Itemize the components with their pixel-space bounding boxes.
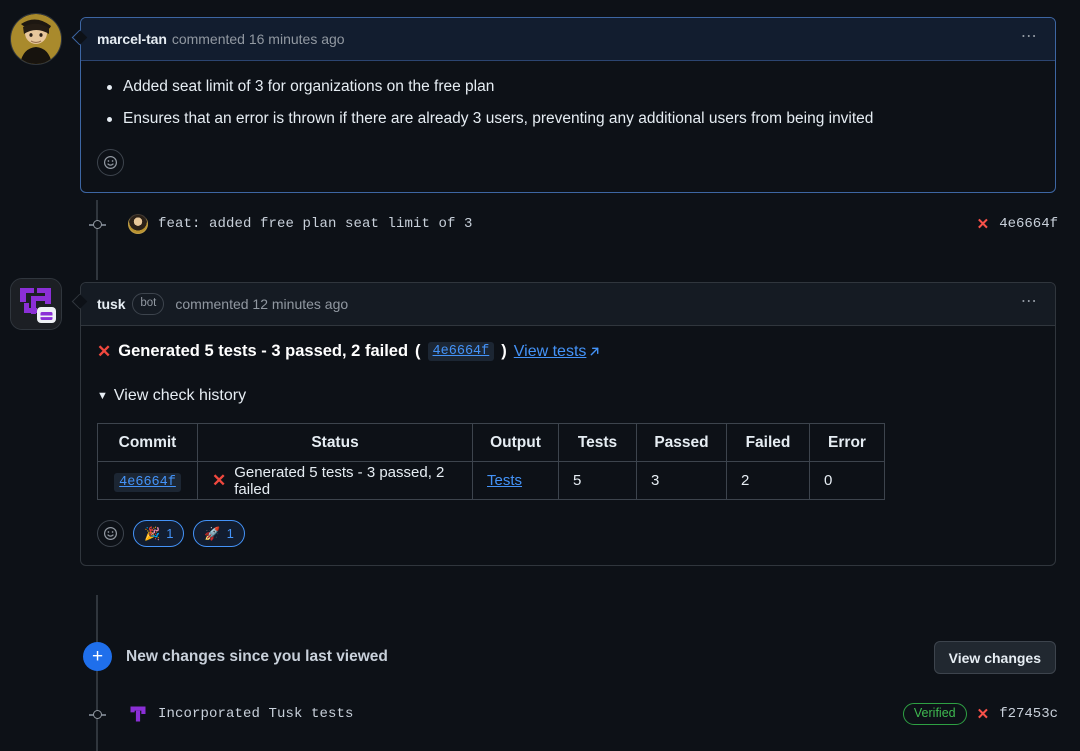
external-link-icon (590, 347, 599, 356)
col-header-error: Error (809, 423, 885, 462)
col-header-failed: Failed (726, 423, 810, 462)
tests-output-link[interactable]: Tests (487, 472, 522, 489)
view-changes-label: View changes (948, 649, 1041, 666)
comment-author-name[interactable]: tusk (97, 296, 125, 312)
cell-commit: 4e6664f (97, 461, 198, 500)
avatar-tusk-bot[interactable] (10, 278, 62, 330)
timeline-rail-top (96, 200, 98, 280)
commit-sha[interactable]: 4e6664f (999, 216, 1058, 232)
commit-row: Incorporated Tusk tests Verified ✕ f2745… (128, 699, 1080, 729)
kebab-menu-icon[interactable]: ⋯ (1015, 290, 1041, 318)
comment-card-tusk-bot: tusk bot commented 12 minutes ago ⋯ ✕ Ge… (80, 282, 1056, 566)
reaction-bar: 🎉 1 🚀 1 (97, 500, 1039, 565)
tada-reaction[interactable]: 🎉 1 (133, 520, 185, 547)
smiley-plus-icon[interactable] (97, 149, 124, 177)
verified-badge[interactable]: Verified (902, 703, 967, 725)
row-commit-sha[interactable]: 4e6664f (114, 472, 181, 492)
bot-label-badge: bot (132, 292, 165, 316)
col-header-output: Output (472, 423, 559, 462)
commit-row: feat: added free plan seat limit of 3 ✕ … (128, 209, 1080, 239)
timeline-node-icon (89, 216, 106, 233)
cell-status: ✕ Generated 5 tests - 3 passed, 2 failed (197, 461, 473, 500)
kebab-menu-icon[interactable]: ⋯ (1015, 25, 1041, 53)
new-changes-banner: New changes since you last viewed (126, 648, 388, 666)
commit-message[interactable]: feat: added free plan seat limit of 3 (158, 216, 473, 232)
table-row: 4e6664f ✕ Generated 5 tests - 3 passed, … (97, 461, 885, 500)
view-check-history-toggle[interactable]: ▼ View check history (97, 387, 1039, 405)
tusk-logo-icon (130, 706, 146, 722)
list-item: Ensures that an error is thrown if there… (107, 107, 1039, 131)
table-header-row: Commit Status Output Tests Passed Failed… (97, 423, 885, 462)
comment-card-marcel-tan: marcel-tan commented 16 minutes ago ⋯ Ad… (80, 17, 1056, 194)
commit-status-group: Verified ✕ f27453c (902, 699, 1058, 729)
view-check-history-label: View check history (113, 387, 247, 404)
comment-timestamp: commented 12 minutes ago (175, 296, 349, 312)
comment-timestamp: commented 16 minutes ago (171, 31, 345, 47)
cell-passed: 3 (636, 461, 727, 500)
col-header-tests: Tests (558, 423, 637, 462)
cell-error: 0 (809, 461, 885, 500)
row-status-text: Generated 5 tests - 3 passed, 2 failed (234, 463, 445, 498)
new-changes-label: New changes since you last viewed (126, 648, 388, 665)
x-failure-icon: ✕ (212, 471, 227, 490)
x-failure-icon[interactable]: ✕ (977, 217, 990, 232)
col-header-commit: Commit (97, 423, 198, 462)
plus-badge-icon: + (83, 642, 112, 671)
cell-output: Tests (472, 461, 559, 500)
cell-tests: 5 (558, 461, 637, 500)
commit-status-group: ✕ 4e6664f (977, 209, 1058, 239)
x-failure-icon: ✕ (97, 342, 112, 361)
tusk-bot-avatar (11, 279, 61, 329)
commit-message[interactable]: Incorporated Tusk tests (158, 706, 354, 722)
comment-author-name[interactable]: marcel-tan (97, 31, 167, 47)
close-paren: ) (501, 342, 507, 360)
tada-reaction-count: 1 (166, 526, 174, 541)
avatar-marcel-tan[interactable] (10, 13, 62, 65)
view-changes-button[interactable]: View changes (933, 641, 1056, 674)
comment-body: ✕ Generated 5 tests - 3 passed, 2 failed… (81, 326, 1055, 565)
smiley-plus-icon[interactable] (97, 520, 124, 547)
reaction-bar (97, 139, 1039, 192)
comment-bullet-list: Added seat limit of 3 for organizations … (97, 75, 1039, 131)
user-avatar (11, 14, 61, 64)
check-history-table: Commit Status Output Tests Passed Failed… (97, 423, 885, 500)
commit-sha[interactable]: f27453c (999, 706, 1058, 722)
col-header-status: Status (197, 423, 473, 462)
test-result-text: Generated 5 tests - 3 passed, 2 failed (118, 342, 409, 360)
test-result-headline: ✕ Generated 5 tests - 3 passed, 2 failed… (97, 340, 1039, 361)
x-failure-icon[interactable]: ✕ (977, 707, 990, 722)
col-header-passed: Passed (636, 423, 727, 462)
rocket-reaction-count: 1 (226, 526, 234, 541)
comment-body: Added seat limit of 3 for organizations … (81, 61, 1055, 192)
cell-failed: 2 (726, 461, 810, 500)
view-tests-label: View tests (513, 342, 587, 360)
user-avatar[interactable] (128, 214, 148, 234)
pr-conversation-page: marcel-tan commented 16 minutes ago ⋯ Ad… (0, 0, 1080, 751)
tada-emoji-icon: 🎉 (144, 525, 161, 541)
rocket-emoji-icon: 🚀 (204, 525, 221, 541)
headline-commit-sha[interactable]: 4e6664f (427, 342, 495, 361)
rocket-reaction[interactable]: 🚀 1 (193, 520, 245, 547)
view-tests-link[interactable]: View tests (514, 343, 601, 361)
list-item: Added seat limit of 3 for organizations … (107, 75, 1039, 99)
caret-down-icon: ▼ (97, 389, 108, 402)
open-paren: ( (415, 342, 421, 360)
comment-header: tusk bot commented 12 minutes ago ⋯ (81, 283, 1055, 326)
comment-header: marcel-tan commented 16 minutes ago ⋯ (81, 18, 1055, 61)
timeline-node-icon (89, 706, 106, 723)
